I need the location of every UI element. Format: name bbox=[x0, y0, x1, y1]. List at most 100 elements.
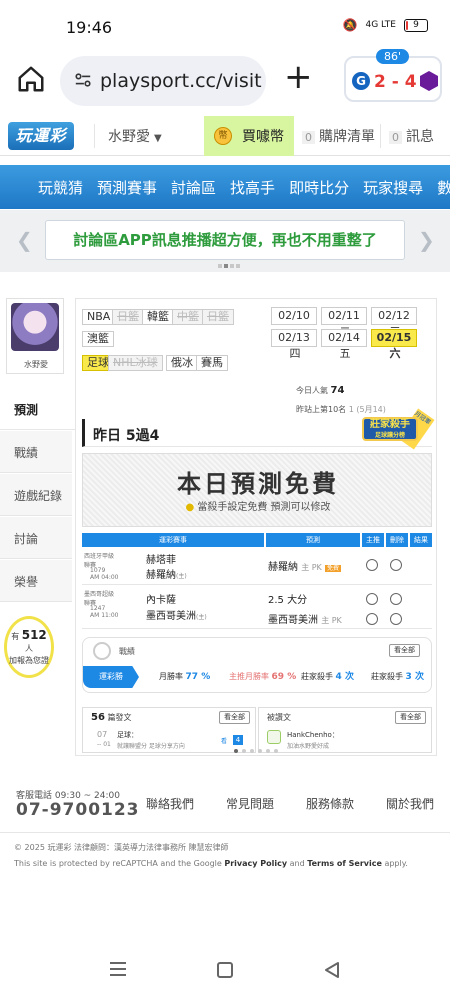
delete-radio[interactable] bbox=[390, 613, 402, 625]
sidebar-item[interactable]: 討論 bbox=[0, 517, 72, 559]
trophy-icon: 莊家殺手 足球讓分榜 bbox=[362, 417, 418, 441]
carousel-dot[interactable] bbox=[218, 264, 222, 268]
record-tag[interactable]: 主推月勝率 69 % bbox=[223, 666, 302, 688]
footer-link-terms[interactable]: 服務條款 bbox=[306, 795, 354, 812]
article-title[interactable]: 足球： bbox=[117, 730, 138, 740]
record-tag[interactable]: 莊家殺手 4 次 bbox=[295, 666, 360, 688]
buy-coin-label: 買噱幣 bbox=[242, 129, 284, 145]
live-score-widget[interactable]: 86' G 2 - 4 bbox=[344, 49, 442, 102]
articles-see-all-button[interactable]: 看全部 bbox=[219, 711, 250, 724]
status-time: 19:46 bbox=[66, 18, 113, 37]
featured-radio[interactable] bbox=[366, 559, 378, 571]
nav-item[interactable]: 玩競猜 bbox=[38, 177, 83, 198]
coin-icon: ● bbox=[185, 502, 195, 513]
privacy-policy-link[interactable]: Privacy Policy bbox=[224, 859, 287, 868]
delete-radio[interactable] bbox=[390, 593, 402, 605]
footer-link-about[interactable]: 關於我們 bbox=[386, 795, 434, 812]
back-icon[interactable] bbox=[324, 961, 340, 979]
badge-line2: 足球讓分榜 bbox=[374, 432, 405, 439]
footer-link-faq[interactable]: 常見問題 bbox=[226, 795, 274, 812]
site-logo[interactable]: 玩運彩 bbox=[8, 122, 74, 150]
category-tab[interactable]: 俄冰 bbox=[166, 355, 198, 371]
date-tab[interactable]: 02/13 四 bbox=[271, 329, 317, 360]
profile-card[interactable]: 水野愛 bbox=[6, 298, 64, 374]
nav-item[interactable]: 找高手 bbox=[230, 177, 275, 198]
system-nav-bar bbox=[0, 940, 450, 1000]
record-tag[interactable]: 月勝率 77 % bbox=[153, 666, 216, 688]
table-row bbox=[82, 585, 432, 629]
pagination-dot[interactable] bbox=[250, 749, 254, 753]
nav-item[interactable]: 預測賽事 bbox=[97, 177, 157, 198]
category-tab[interactable]: 韓籃 bbox=[142, 309, 174, 325]
category-tab[interactable]: 澳籃 bbox=[82, 331, 114, 347]
chevron-left-icon[interactable]: ❮ bbox=[16, 228, 33, 252]
chevron-right-icon[interactable]: ❯ bbox=[418, 228, 435, 252]
row-away: 墨西哥美洲(主) bbox=[146, 607, 207, 622]
messages-link[interactable]: 0 訊息 bbox=[389, 126, 434, 146]
row-away: 赫羅納(主) bbox=[146, 566, 187, 581]
record-tag[interactable]: 莊家殺手 3 次 bbox=[365, 666, 430, 688]
recent-apps-icon[interactable] bbox=[110, 962, 126, 976]
date-tab[interactable]: 02/15 六 bbox=[371, 329, 417, 360]
terms-of-service-link[interactable]: Terms of Service bbox=[307, 859, 382, 868]
pagination-dot[interactable] bbox=[258, 749, 262, 753]
home-icon[interactable] bbox=[16, 64, 46, 94]
free-subtitle-text: 當殺手設定免費 預測可以修改 bbox=[197, 502, 331, 513]
date-tab[interactable]: 02/10一 bbox=[271, 307, 317, 338]
home-nav-icon[interactable] bbox=[217, 962, 233, 978]
date-tab[interactable]: 02/11二 bbox=[321, 307, 367, 338]
record-see-all-button[interactable]: 看全部 bbox=[389, 644, 420, 657]
cart-link[interactable]: 0 購牌清單 bbox=[302, 126, 375, 146]
record-tag-value: 4 次 bbox=[335, 672, 354, 682]
recaptcha-notice: This site is protected by reCAPTCHA and … bbox=[14, 859, 408, 868]
pagination-dot[interactable] bbox=[266, 749, 270, 753]
row-home-team: 赫塔菲 bbox=[146, 555, 176, 566]
nav-item[interactable]: 數據 bbox=[437, 177, 450, 198]
signal-icon: 4G LTE bbox=[365, 20, 396, 30]
footer-link-contact[interactable]: 聯絡我們 bbox=[146, 795, 194, 812]
row-away-team: 墨西哥美洲 bbox=[146, 611, 196, 622]
carousel-dot[interactable] bbox=[224, 264, 228, 268]
sidebar-item[interactable]: 榮譽 bbox=[0, 560, 72, 602]
record-tag-value: 3 次 bbox=[405, 672, 424, 682]
main-nav: 玩競猜預測賽事討論區找高手即時比分玩家搜尋數據 bbox=[0, 165, 450, 209]
row-pick[interactable]: 赫羅納 主 PK 免費 bbox=[268, 558, 342, 573]
nav-item[interactable]: 玩家搜尋 bbox=[363, 177, 423, 198]
site-settings-icon[interactable] bbox=[74, 71, 92, 89]
pagination-dot[interactable] bbox=[242, 749, 246, 753]
date-tab[interactable]: 02/14 五 bbox=[321, 329, 367, 360]
carousel-dot[interactable] bbox=[236, 264, 240, 268]
category-tab[interactable]: 賽馬 bbox=[196, 355, 228, 371]
article-desc[interactable]: 就讓聯盟分 足球分享方向 bbox=[117, 741, 185, 750]
carousel-dot[interactable] bbox=[230, 264, 234, 268]
record-tag-label: 莊家殺手 bbox=[371, 672, 403, 681]
sidebar-item[interactable]: 遊戲紀錄 bbox=[0, 474, 72, 516]
new-tab-icon[interactable]: + bbox=[284, 60, 313, 94]
announcement-banner[interactable]: 討論區APP訊息推播超方便，再也不用重整了 bbox=[45, 220, 405, 260]
nav-item[interactable]: 討論區 bbox=[171, 177, 216, 198]
date-tab[interactable]: 02/12三 bbox=[371, 307, 417, 338]
buy-coin-button[interactable]: 幣 買噱幣 bbox=[204, 116, 294, 156]
liked-posts-see-all-button[interactable]: 看全部 bbox=[395, 711, 426, 724]
row-pick-2[interactable]: 墨西哥美洲 主 PK bbox=[268, 611, 342, 626]
address-bar[interactable]: playsport.cc/visit bbox=[60, 56, 266, 106]
match-minute: 86' bbox=[376, 49, 410, 64]
featured-radio[interactable] bbox=[366, 593, 378, 605]
nav-item[interactable]: 即時比分 bbox=[289, 177, 349, 198]
sidebar-item[interactable]: 戰績 bbox=[0, 431, 72, 473]
row-pick[interactable]: 2.5 大分 bbox=[268, 591, 307, 606]
featured-radio[interactable] bbox=[366, 613, 378, 625]
yesterday-result-text: 昨日 5過4 bbox=[93, 428, 160, 444]
service-phone[interactable]: 07-9700123 bbox=[16, 800, 140, 820]
record-tag[interactable]: 運彩勝 bbox=[83, 666, 139, 688]
sidebar-item[interactable]: 預測 bbox=[0, 388, 76, 430]
category-tab[interactable]: NBA bbox=[82, 309, 116, 325]
user-menu[interactable]: 水野愛 ▼ bbox=[108, 126, 162, 146]
liked-post-user[interactable]: HankChenho： bbox=[287, 730, 339, 740]
row-away-tag: (主) bbox=[176, 573, 187, 580]
pagination-dot[interactable] bbox=[234, 749, 238, 753]
rank-label: 昨站上第10名 bbox=[296, 405, 347, 414]
pagination-dot[interactable] bbox=[274, 749, 278, 753]
liked-post-desc[interactable]: 加油水野愛好成 bbox=[287, 741, 329, 750]
delete-radio[interactable] bbox=[390, 559, 402, 571]
